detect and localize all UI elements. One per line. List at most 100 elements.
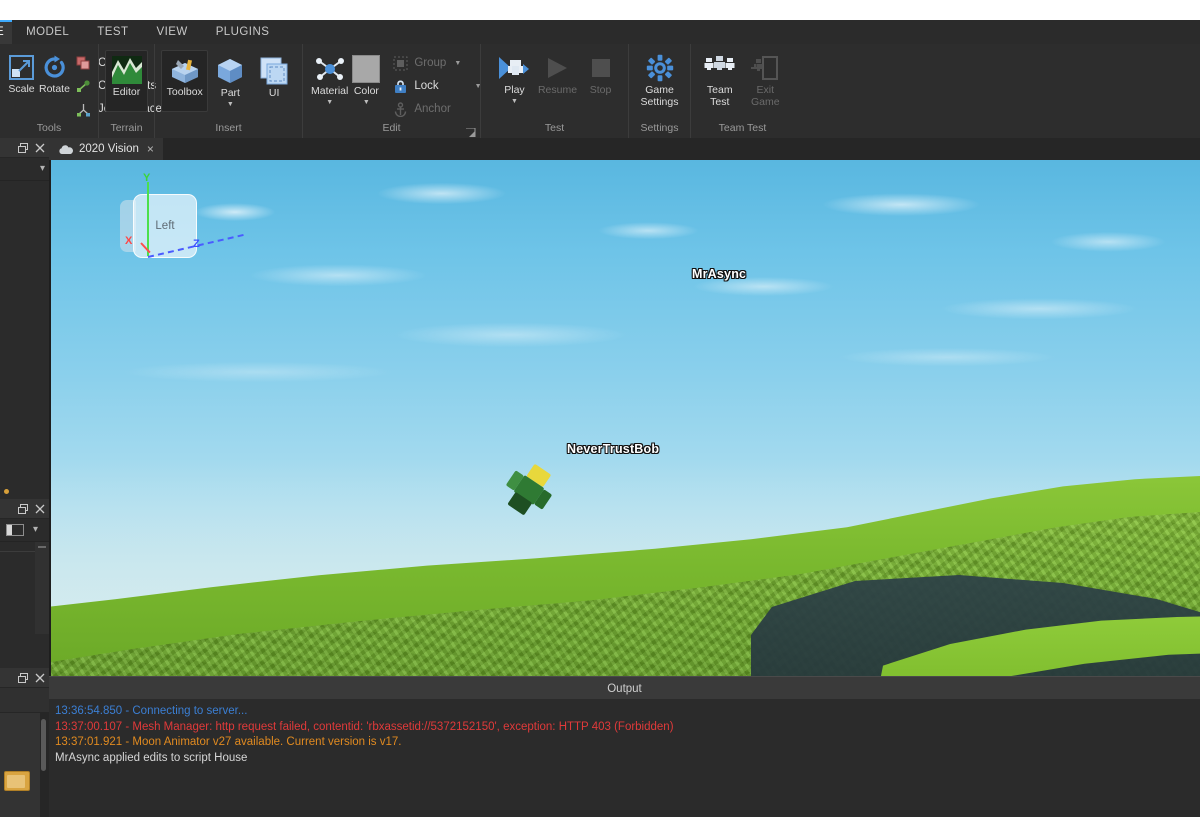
output-log-list[interactable]: 13:36:54.850 - Connecting to server... 13… <box>49 699 1200 817</box>
output-line: 13:36:54.850 - Connecting to server... <box>55 705 248 717</box>
toolbox-button[interactable]: Toolbox <box>161 50 209 112</box>
toolbox-search-row[interactable] <box>0 688 49 713</box>
material-label: Material <box>311 85 349 97</box>
anchor-button[interactable]: Anchor <box>388 99 485 119</box>
edit-dialog-launcher-icon[interactable] <box>466 125 476 137</box>
view-cube-gizmo[interactable]: Left X Y Z <box>95 172 244 278</box>
rotate-icon <box>41 52 68 82</box>
ribbon-group-settings: Game Settings Settings <box>628 44 690 138</box>
material-button[interactable]: Material ▼ <box>309 50 350 107</box>
3d-viewport[interactable]: MrAsync NeverTrustBob Left X Y Z <box>51 160 1200 676</box>
nametag-mrasync: MrAsync <box>692 267 747 281</box>
float-icon[interactable] <box>17 503 28 514</box>
properties-scroll-track[interactable] <box>35 542 49 634</box>
exit-game-button[interactable]: Exit Game <box>743 50 789 108</box>
terrain-editor-icon <box>111 55 142 85</box>
ribbon-group-terrain: Editor Terrain <box>98 44 154 138</box>
team-test-icon <box>704 53 736 83</box>
terrain-editor-button[interactable]: Editor <box>105 50 148 112</box>
lock-button[interactable]: Lock ▼ <box>388 76 485 96</box>
properties-panel-titlebar <box>0 499 49 519</box>
explorer-panel: ▾ <box>0 138 49 485</box>
resume-button[interactable]: Resume <box>536 50 579 97</box>
axis-y-line <box>147 182 149 256</box>
group-dropdown-caret[interactable]: ▼ <box>454 60 461 67</box>
group-icon <box>392 55 408 71</box>
resume-icon <box>542 53 572 83</box>
toolbox-asset-list[interactable] <box>0 713 49 817</box>
color-icon <box>352 54 381 84</box>
team-test-button[interactable]: Team Test <box>697 50 743 108</box>
float-icon[interactable] <box>17 672 28 683</box>
properties-grid[interactable] <box>0 542 49 670</box>
selection-swatch-icon <box>6 524 24 536</box>
close-icon[interactable] <box>34 672 45 683</box>
ribbon-group-team-test: Team Test Exit Game Team Test <box>690 44 794 138</box>
explorer-tree[interactable] <box>0 181 49 484</box>
stop-label: Stop <box>589 84 612 96</box>
rotate-button[interactable]: Rotate <box>37 50 72 96</box>
play-dropdown-caret[interactable]: ▼ <box>511 98 518 106</box>
game-settings-button[interactable]: Game Settings <box>635 50 684 108</box>
menu-tab-e[interactable]: E <box>0 20 13 44</box>
stop-button[interactable]: Stop <box>579 50 622 97</box>
play-label: Play <box>504 84 525 96</box>
properties-object-selector[interactable]: ▾ <box>0 519 49 542</box>
toolbox-icon <box>169 55 201 85</box>
properties-scroll-thumb[interactable] <box>38 546 46 548</box>
group-label: Group <box>414 57 447 69</box>
part-button[interactable]: Part ▼ <box>208 50 252 109</box>
toolbox-scroll-thumb[interactable] <box>41 719 46 771</box>
menu-tab-view[interactable]: VIEW <box>142 20 201 44</box>
stop-icon <box>587 53 615 83</box>
material-dropdown-caret[interactable]: ▼ <box>326 99 333 107</box>
document-tab-strip: 2020 Vision × <box>49 138 1200 160</box>
explorer-filter-row: ▾ <box>0 158 49 181</box>
output-line: MrAsync applied edits to script House <box>55 751 248 764</box>
team-test-label: Team Test <box>706 84 733 108</box>
part-dropdown-caret[interactable]: ▼ <box>227 101 234 109</box>
window-chrome-strip <box>0 0 1200 20</box>
close-icon[interactable] <box>34 503 45 514</box>
nametag-nevertrustbob: NeverTrustBob <box>567 442 660 456</box>
anchor-label: Anchor <box>414 103 451 115</box>
left-dock-column: ▾ ▾ <box>0 138 49 817</box>
team-test-group-label: Team Test <box>718 122 767 134</box>
scale-label: Scale <box>8 83 35 95</box>
menu-tab-list: EMODELTESTVIEWPLUGINS <box>0 20 1200 44</box>
status-dot-icon <box>4 488 9 494</box>
chevron-down-icon[interactable]: ▾ <box>40 164 45 174</box>
asset-tile[interactable] <box>0 713 40 817</box>
color-label: Color <box>353 85 379 97</box>
close-icon[interactable] <box>34 142 45 153</box>
game-settings-label: Game Settings <box>640 84 679 108</box>
play-icon <box>497 53 531 83</box>
properties-panel: ▾ <box>0 483 49 670</box>
property-row-divider <box>0 551 35 552</box>
play-button[interactable]: Play ▼ <box>493 50 536 106</box>
menu-tab-plugins[interactable]: PLUGINS <box>202 20 284 44</box>
scale-button[interactable]: Scale <box>6 50 37 96</box>
ribbon-toolbar: Scale Rotate Tools Editor Terrain Toolbo… <box>0 44 1200 139</box>
axis-y-label: Y <box>143 172 151 184</box>
chevron-down-icon[interactable]: ▾ <box>33 525 38 535</box>
menu-tab-test[interactable]: TEST <box>83 20 142 44</box>
ui-button[interactable]: UI <box>252 50 296 100</box>
close-icon[interactable]: × <box>147 143 154 155</box>
settings-group-label: Settings <box>640 122 679 134</box>
ui-label: UI <box>268 87 280 99</box>
scale-icon <box>8 52 35 82</box>
menu-tab-model[interactable]: MODEL <box>12 20 83 44</box>
cloud-icon <box>58 144 73 155</box>
part-label: Part <box>220 87 240 99</box>
color-dropdown-caret[interactable]: ▼ <box>363 99 370 107</box>
terrain-editor-label: Editor <box>112 86 141 98</box>
terrain-group-label: Terrain <box>110 122 143 134</box>
anchor-icon <box>392 101 408 117</box>
document-tab-2020-vision[interactable]: 2020 Vision × <box>49 138 163 160</box>
document-tab-label: 2020 Vision <box>79 143 139 155</box>
float-icon[interactable] <box>17 142 28 153</box>
output-panel: Output 13:36:54.850 - Connecting to serv… <box>49 676 1200 817</box>
color-button[interactable]: Color ▼ <box>350 50 382 107</box>
group-button[interactable]: Group ▼ <box>388 53 485 73</box>
